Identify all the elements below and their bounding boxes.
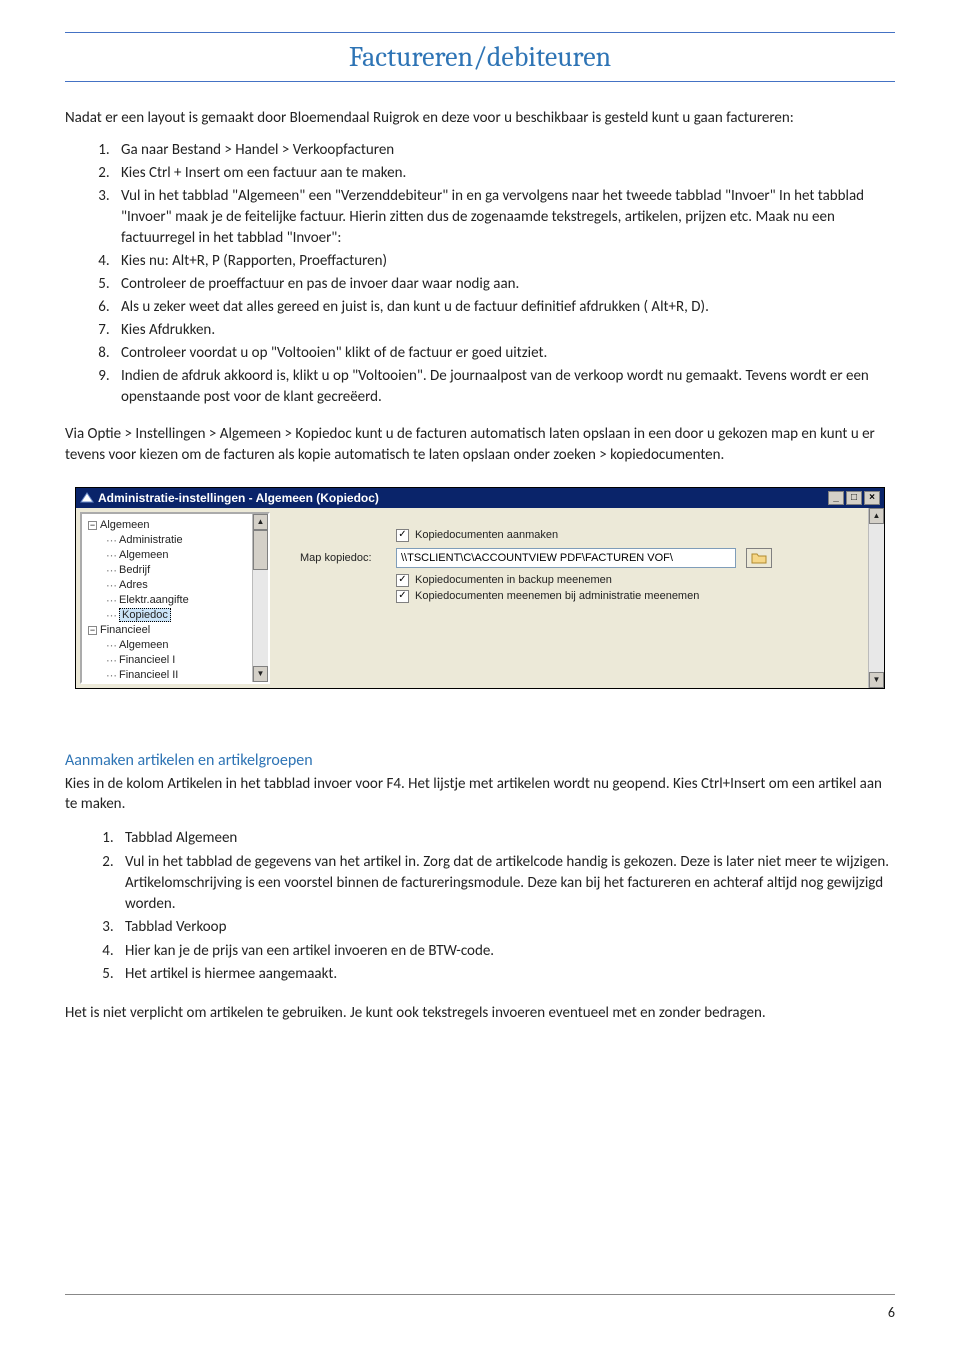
tree-collapse-icon[interactable]: − (88, 626, 97, 635)
intro-paragraph: Nadat er een layout is gemaakt door Bloe… (65, 108, 895, 128)
tree-label: Adres (119, 579, 148, 591)
paragraph-artikelen: Kies in de kolom Artikelen in het tabbla… (65, 774, 895, 815)
app-window: Administratie-instellingen - Algemeen (K… (75, 487, 885, 689)
tree-branch-icon: ⋯ (106, 654, 117, 667)
window-title: Administratie-instellingen - Algemeen (K… (98, 491, 379, 505)
tree-row[interactable]: ⋯Bedrijf (86, 563, 268, 578)
tree-label: Algemeen (100, 519, 150, 531)
tree-collapse-icon[interactable]: − (88, 521, 97, 530)
tree-row[interactable]: ⋯Algemeen (86, 548, 268, 563)
paragraph-kopiedoc: Via Optie > Instellingen > Algemeen > Ko… (65, 424, 895, 465)
footer-rule (65, 1294, 895, 1295)
tree-row[interactable]: ⋯Adres (86, 578, 268, 593)
scroll-up-icon[interactable]: ▲ (253, 514, 268, 530)
list-item: Hier kan je de prijs van een artikel inv… (117, 941, 895, 962)
scroll-thumb[interactable] (253, 530, 268, 570)
folder-icon (751, 552, 767, 564)
list-item: Vul in het tabblad de gegevens van het a… (117, 852, 895, 916)
checkbox-label: Kopiedocumenten aanmaken (415, 529, 558, 541)
tree-row[interactable]: ⋯Administratie (86, 533, 268, 548)
tree-label: Financieel (100, 624, 150, 636)
list-item: Controleer voordat u op "Voltooien" klik… (113, 343, 895, 364)
tree-branch-icon: ⋯ (106, 669, 117, 682)
form-panel: ✓ Kopiedocumenten aanmaken Map kopiedoc:… (274, 508, 884, 688)
list-item: Kies Afdrukken. (113, 320, 895, 341)
checkbox-kopiedoc-aanmaken[interactable]: ✓ (396, 529, 409, 542)
list-item: Tabblad Verkoop (117, 917, 895, 938)
tree-row[interactable]: ⋯Algemeen (86, 638, 268, 653)
tree-row[interactable]: −Algemeen (86, 518, 268, 533)
checkbox-label: Kopiedocumenten in backup meenemen (415, 574, 612, 586)
rule-bottom (65, 81, 895, 82)
close-button[interactable]: × (864, 491, 880, 505)
tree-branch-icon: ⋯ (106, 534, 117, 547)
tree-branch-icon: ⋯ (106, 594, 117, 607)
steps-list-2: Tabblad Algemeen Vul in het tabblad de g… (65, 828, 895, 985)
tree-branch-icon: ⋯ (106, 564, 117, 577)
tree-label: Bedrijf (119, 564, 150, 576)
scroll-down-icon[interactable]: ▼ (869, 672, 884, 688)
list-item: Als u zeker weet dat alles gereed en jui… (113, 297, 895, 318)
tree-branch-icon: ⋯ (106, 639, 117, 652)
rule-top (65, 32, 895, 33)
tree-label: Elektr.aangifte (119, 594, 189, 606)
scroll-down-icon[interactable]: ▼ (253, 666, 268, 682)
app-logo-icon (80, 491, 94, 505)
tree-branch-icon: ⋯ (106, 549, 117, 562)
map-kopiedoc-input[interactable] (396, 548, 736, 568)
tree-branch-icon: ⋯ (106, 609, 117, 622)
closing-paragraph: Het is niet verplicht om artikelen te ge… (65, 1003, 895, 1023)
page-title: Factureren/debiteuren (65, 35, 895, 79)
checkbox-backup[interactable]: ✓ (396, 574, 409, 587)
list-item: Vul in het tabblad "Algemeen" een "Verze… (113, 186, 895, 249)
subheading-artikelen: Aanmaken artikelen en artikelgroepen (65, 751, 895, 770)
window-controls: _ □ × (828, 491, 880, 505)
list-item: Kies Ctrl + Insert om een factuur aan te… (113, 163, 895, 184)
tree-row[interactable]: ⋯Kopiedoc (86, 608, 268, 623)
tree-row[interactable]: ⋯Elektr.aangifte (86, 593, 268, 608)
steps-list-1: Ga naar Bestand > Handel > Verkoopfactur… (65, 140, 895, 408)
tree-label: Algemeen (119, 639, 169, 651)
list-item: Tabblad Algemeen (117, 828, 895, 849)
field-label-map: Map kopiedoc: (300, 552, 386, 564)
tree-label: Financieel I (119, 654, 175, 666)
scroll-up-icon[interactable]: ▲ (869, 508, 884, 524)
tree-scrollbar[interactable]: ▲ ▼ (252, 514, 268, 682)
list-item: Het artikel is hiermee aangemaakt. (117, 964, 895, 985)
maximize-button[interactable]: □ (846, 491, 862, 505)
tree-branch-icon: ⋯ (106, 579, 117, 592)
tree-label: Administratie (119, 534, 183, 546)
list-item: Ga naar Bestand > Handel > Verkoopfactur… (113, 140, 895, 161)
titlebar: Administratie-instellingen - Algemeen (K… (76, 488, 884, 508)
tree-row[interactable]: ⋯Financieel II (86, 668, 268, 683)
minimize-button[interactable]: _ (828, 491, 844, 505)
tree-row[interactable]: ⋯Financieel I (86, 653, 268, 668)
client-area: −Algemeen⋯Administratie⋯Algemeen⋯Bedrijf… (76, 508, 884, 688)
tree-label: Kopiedoc (119, 608, 171, 622)
checkbox-meenemen[interactable]: ✓ (396, 590, 409, 603)
list-item: Controleer de proeffactuur en pas de inv… (113, 274, 895, 295)
page-number: 6 (888, 1304, 895, 1321)
embedded-screenshot: Administratie-instellingen - Algemeen (K… (75, 487, 885, 689)
tree-view[interactable]: −Algemeen⋯Administratie⋯Algemeen⋯Bedrijf… (80, 512, 270, 684)
tree-row[interactable]: −Financieel (86, 623, 268, 638)
panel-scrollbar[interactable]: ▲ ▼ (868, 508, 884, 688)
checkbox-label: Kopiedocumenten meenemen bij administrat… (415, 590, 699, 602)
tree-label: Financieel II (119, 669, 178, 681)
browse-button[interactable] (746, 548, 772, 568)
list-item: Kies nu: Alt+R, P (Rapporten, Proeffactu… (113, 251, 895, 272)
list-item: Indien de afdruk akkoord is, klikt u op … (113, 366, 895, 408)
tree-label: Algemeen (119, 549, 169, 561)
